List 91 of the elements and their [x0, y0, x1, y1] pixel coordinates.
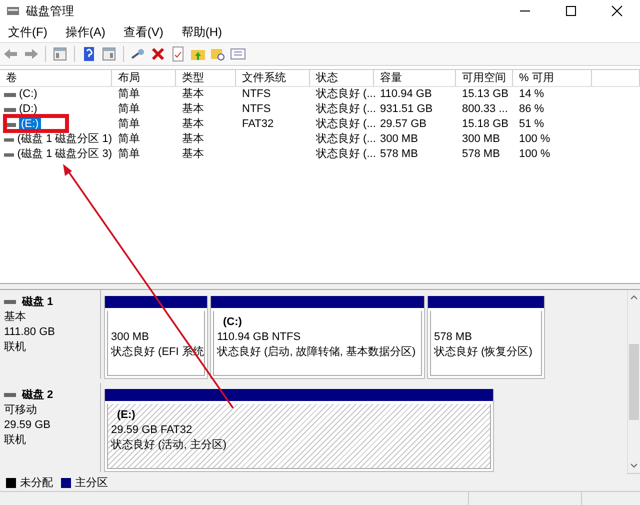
- scrollbar-thumb[interactable]: [629, 344, 639, 420]
- volume-name[interactable]: (D:): [19, 102, 38, 117]
- table-cell: 578 MB: [380, 148, 418, 160]
- table-cell: 基本: [182, 88, 204, 100]
- menu-item[interactable]: 查看(V): [121, 22, 166, 42]
- column-header[interactable]: 容量: [374, 70, 456, 86]
- table-cell: 14 %: [519, 88, 544, 100]
- panel-icon[interactable]: [52, 46, 68, 62]
- drive-icon: [4, 122, 16, 128]
- disk-size: 29.59 GB: [4, 418, 52, 433]
- column-header[interactable]: 布局: [112, 70, 176, 86]
- table-cell: 状态良好 (...: [316, 133, 376, 145]
- partition-name: (C:): [222, 315, 243, 330]
- table-cell: 800.33 ...: [462, 103, 508, 115]
- disk-type: 可移动: [4, 403, 38, 418]
- volume-name[interactable]: (磁盘 1 磁盘分区 3): [17, 147, 112, 162]
- table-cell: 简单: [118, 133, 140, 145]
- app-icon: [6, 5, 20, 17]
- table-cell: 51 %: [519, 118, 544, 130]
- column-header[interactable]: 状态: [310, 70, 374, 86]
- table-cell: 简单: [118, 88, 140, 100]
- disk-status: 联机: [4, 433, 27, 448]
- list-icon[interactable]: [230, 46, 246, 62]
- table-cell: NTFS: [242, 88, 271, 100]
- column-header[interactable]: 可用空间: [456, 70, 513, 86]
- table-cell: 简单: [118, 103, 140, 115]
- table-cell: 86 %: [519, 103, 544, 115]
- disk-name: 磁盘 2: [22, 388, 54, 403]
- table-cell: 简单: [118, 118, 140, 130]
- column-header[interactable]: % 可用: [513, 70, 592, 86]
- partition-size: 29.59 GB FAT32: [111, 423, 194, 438]
- table-cell: 100 %: [519, 133, 550, 145]
- volume-name[interactable]: (C:): [19, 87, 38, 102]
- highlight-box: [3, 114, 69, 133]
- window-title: 磁盘管理: [26, 2, 75, 20]
- scroll-down-icon[interactable]: [630, 463, 638, 469]
- column-header[interactable]: 卷: [0, 70, 112, 86]
- partition-size: 110.94 GB NTFS: [217, 330, 302, 345]
- drive-icon: [4, 106, 16, 112]
- table-cell: 29.57 GB: [380, 118, 426, 130]
- partition-block[interactable]: 578 MB 状态良好 (恢复分区): [427, 296, 545, 379]
- table-cell: 状态良好 (...: [316, 88, 376, 100]
- drive-icon: [4, 152, 14, 158]
- column-header[interactable]: 文件系统: [236, 70, 310, 86]
- partition-status: 状态良好 (活动, 主分区): [111, 438, 228, 453]
- table-cell: 基本: [182, 148, 204, 160]
- partition-block[interactable]: (E:) 29.59 GB FAT32 状态良好 (活动, 主分区): [104, 389, 494, 472]
- table-cell: 300 MB: [462, 133, 500, 145]
- drive-icon: [4, 136, 14, 142]
- table-cell: 基本: [182, 133, 204, 145]
- volume-name[interactable]: (磁盘 1 磁盘分区 1): [17, 132, 112, 147]
- table-cell: FAT32: [242, 118, 274, 130]
- table-cell: NTFS: [242, 103, 271, 115]
- partition-status: 状态良好 (启动, 故障转储, 基本数据分区): [217, 345, 417, 360]
- table-cell: 931.51 GB: [380, 103, 433, 115]
- table-cell: 状态良好 (...: [316, 118, 376, 130]
- partition-status: 状态良好 (恢复分区): [434, 345, 534, 360]
- forward-icon[interactable]: [23, 46, 39, 62]
- disk-name: 磁盘 1: [22, 295, 54, 310]
- folder-search-icon[interactable]: [210, 46, 226, 62]
- column-header[interactable]: 类型: [176, 70, 236, 86]
- table-cell: 简单: [118, 148, 140, 160]
- partition-block[interactable]: (C:) 110.94 GB NTFS 状态良好 (启动, 故障转储, 基本数据分区): [210, 296, 425, 379]
- delete-icon[interactable]: [150, 46, 166, 62]
- checklist-icon[interactable]: [170, 46, 186, 62]
- menu-item[interactable]: 文件(F): [6, 22, 50, 42]
- table-cell: 状态良好 (...: [316, 148, 376, 160]
- back-icon[interactable]: [3, 46, 19, 62]
- scroll-up-icon[interactable]: [630, 294, 638, 300]
- partition-size: 300 MB: [111, 330, 150, 345]
- table-cell: 110.94 GB: [380, 88, 432, 100]
- partition-name: (E:): [116, 408, 136, 423]
- legend-label: 主分区: [75, 476, 108, 490]
- table-cell: 300 MB: [380, 133, 418, 145]
- table-cell: 100 %: [519, 148, 550, 160]
- disk-type: 基本: [4, 310, 27, 325]
- menu-item[interactable]: 操作(A): [63, 22, 108, 42]
- partition-size: 578 MB: [434, 330, 473, 345]
- panel-icon[interactable]: [101, 46, 117, 62]
- menu-item[interactable]: 帮助(H): [179, 22, 224, 42]
- table-cell: 基本: [182, 103, 204, 115]
- drive-icon: [4, 92, 16, 98]
- table-cell: 状态良好 (...: [316, 103, 376, 115]
- table-cell: 15.13 GB: [462, 88, 508, 100]
- disk-size: 111.80 GB: [4, 325, 56, 340]
- legend-label: 未分配: [20, 476, 53, 490]
- help-icon[interactable]: [81, 46, 97, 62]
- table-cell: 578 MB: [462, 148, 500, 160]
- table-cell: 15.18 GB: [462, 118, 508, 130]
- table-cell: 基本: [182, 118, 204, 130]
- disk-status: 联机: [4, 340, 27, 355]
